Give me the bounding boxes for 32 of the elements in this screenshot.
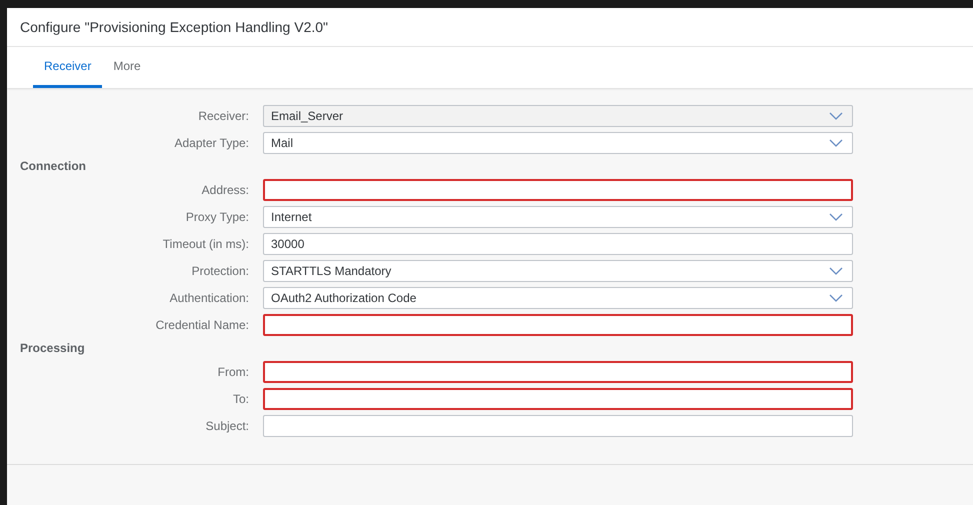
dropdown-field[interactable]: STARTTLS Mandatory xyxy=(263,260,853,282)
field-label: Adapter Type: xyxy=(174,136,250,150)
field-label: Authentication: xyxy=(168,290,250,304)
input-field[interactable] xyxy=(263,414,853,436)
chevron-down-icon xyxy=(829,112,843,120)
input-field[interactable] xyxy=(263,314,853,336)
dropdown-field[interactable]: Email_Server xyxy=(263,104,853,126)
section-heading: Processing xyxy=(19,340,86,357)
tab[interactable]: More xyxy=(102,47,152,88)
field-label: To: xyxy=(232,392,250,406)
chevron-down-icon xyxy=(829,266,843,274)
section-heading: Connection xyxy=(19,158,87,175)
dialog-title: Configure "Provisioning Exception Handling V2.0" xyxy=(7,8,973,47)
field-label: Proxy Type: xyxy=(184,210,250,224)
input-field[interactable] xyxy=(263,388,853,410)
chevron-down-icon xyxy=(829,294,843,302)
field-label: Protection: xyxy=(190,264,250,278)
dropdown-field[interactable]: Mail xyxy=(263,132,853,154)
input-field[interactable] xyxy=(263,178,853,200)
chevron-down-icon xyxy=(829,212,843,220)
chevron-down-icon xyxy=(829,138,843,146)
field-label: Subject: xyxy=(204,418,250,432)
field-label: Receiver: xyxy=(197,108,250,122)
field-label: From: xyxy=(216,364,250,378)
tab[interactable]: Receiver xyxy=(33,47,102,88)
input-field[interactable]: 30000 xyxy=(263,232,853,254)
input-field[interactable] xyxy=(263,360,853,382)
dropdown-field[interactable]: OAuth2 Authorization Code xyxy=(263,286,853,308)
field-label: Address: xyxy=(200,182,250,196)
dropdown-field[interactable]: Internet xyxy=(263,206,853,228)
field-label: Timeout (in ms): xyxy=(162,236,250,250)
field-label: Credential Name: xyxy=(154,318,250,332)
